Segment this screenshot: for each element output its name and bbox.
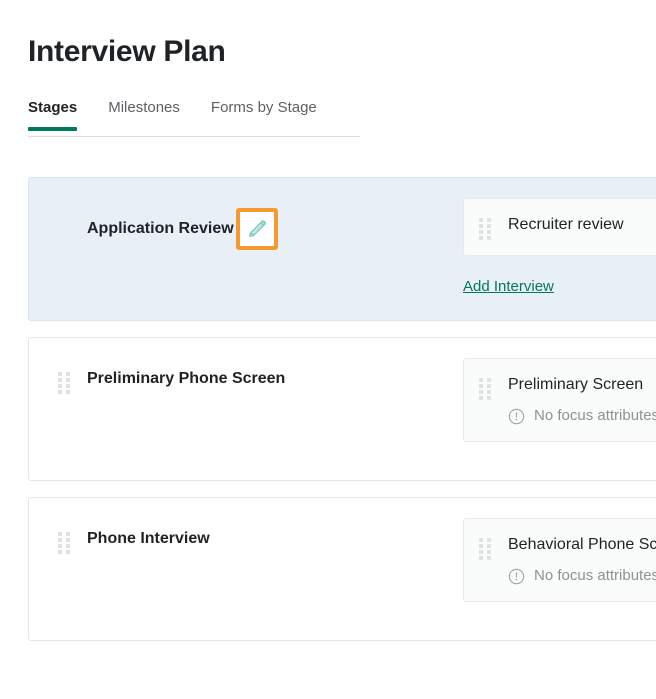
stage-card[interactable]: Phone Interview Behavioral Phone Screen [28, 497, 656, 641]
interview-title: Preliminary Screen [508, 376, 644, 393]
drag-handle-icon[interactable] [58, 532, 70, 554]
alert-circle-icon [508, 568, 525, 585]
stage-interviews: Recruiter review Add Interview [463, 178, 656, 317]
alert-circle-icon [508, 408, 525, 425]
stage-card[interactable]: Preliminary Phone Screen Preliminary Scr… [28, 337, 656, 481]
interview-warning-text: No focus attributes [534, 407, 656, 424]
stage-interviews: Behavioral Phone Screen No focus attribu… [463, 498, 656, 622]
interview-card[interactable]: Recruiter review [463, 198, 656, 256]
drag-handle-icon[interactable] [58, 372, 70, 394]
edit-stage-button[interactable] [235, 208, 278, 250]
stage-header: Phone Interview [29, 498, 463, 554]
stage-name: Preliminary Phone Screen [87, 370, 286, 387]
interview-warning: No focus attributes [508, 566, 656, 586]
active-tab-indicator [28, 127, 78, 131]
stage-card[interactable]: Application Review Recruiter review Add … [28, 177, 656, 321]
pencil-icon [246, 218, 268, 240]
interview-plan-page: Interview Plan Stages Milestones Forms b… [0, 0, 656, 699]
tab-bar-divider [28, 136, 360, 137]
stage-list: Application Review Recruiter review Add … [28, 177, 656, 657]
tab-forms-by-stage-label: Forms by Stage [210, 99, 317, 116]
interview-warning: No focus attributes [508, 406, 656, 426]
interview-title: Recruiter review [508, 216, 624, 233]
interview-card[interactable]: Behavioral Phone Screen No focus attribu… [463, 518, 656, 602]
stage-header: Preliminary Phone Screen [29, 338, 463, 394]
interview-card[interactable]: Preliminary Screen No focus attributes [463, 358, 656, 442]
drag-handle-icon[interactable] [479, 378, 491, 400]
tab-milestones-label: Milestones [108, 99, 180, 116]
interview-warning-text: No focus attributes [534, 567, 656, 584]
drag-handle-icon[interactable] [479, 538, 491, 560]
tab-stages-label: Stages [28, 99, 78, 116]
add-interview-link[interactable]: Add Interview [463, 277, 554, 297]
drag-handle-icon[interactable] [479, 218, 491, 240]
page-title: Interview Plan [28, 35, 226, 68]
tab-forms-by-stage[interactable]: Forms by Stage [211, 98, 317, 131]
stage-header: Application Review [29, 178, 463, 250]
tab-stages[interactable]: Stages [28, 98, 78, 131]
stage-name: Phone Interview [87, 530, 210, 547]
stage-interviews: Preliminary Screen No focus attributes [463, 338, 656, 462]
tab-bar: Stages Milestones Forms by Stage [28, 98, 448, 144]
tab-milestones[interactable]: Milestones [108, 98, 180, 131]
interview-title: Behavioral Phone Screen [508, 536, 656, 553]
stage-name: Application Review [87, 220, 234, 237]
